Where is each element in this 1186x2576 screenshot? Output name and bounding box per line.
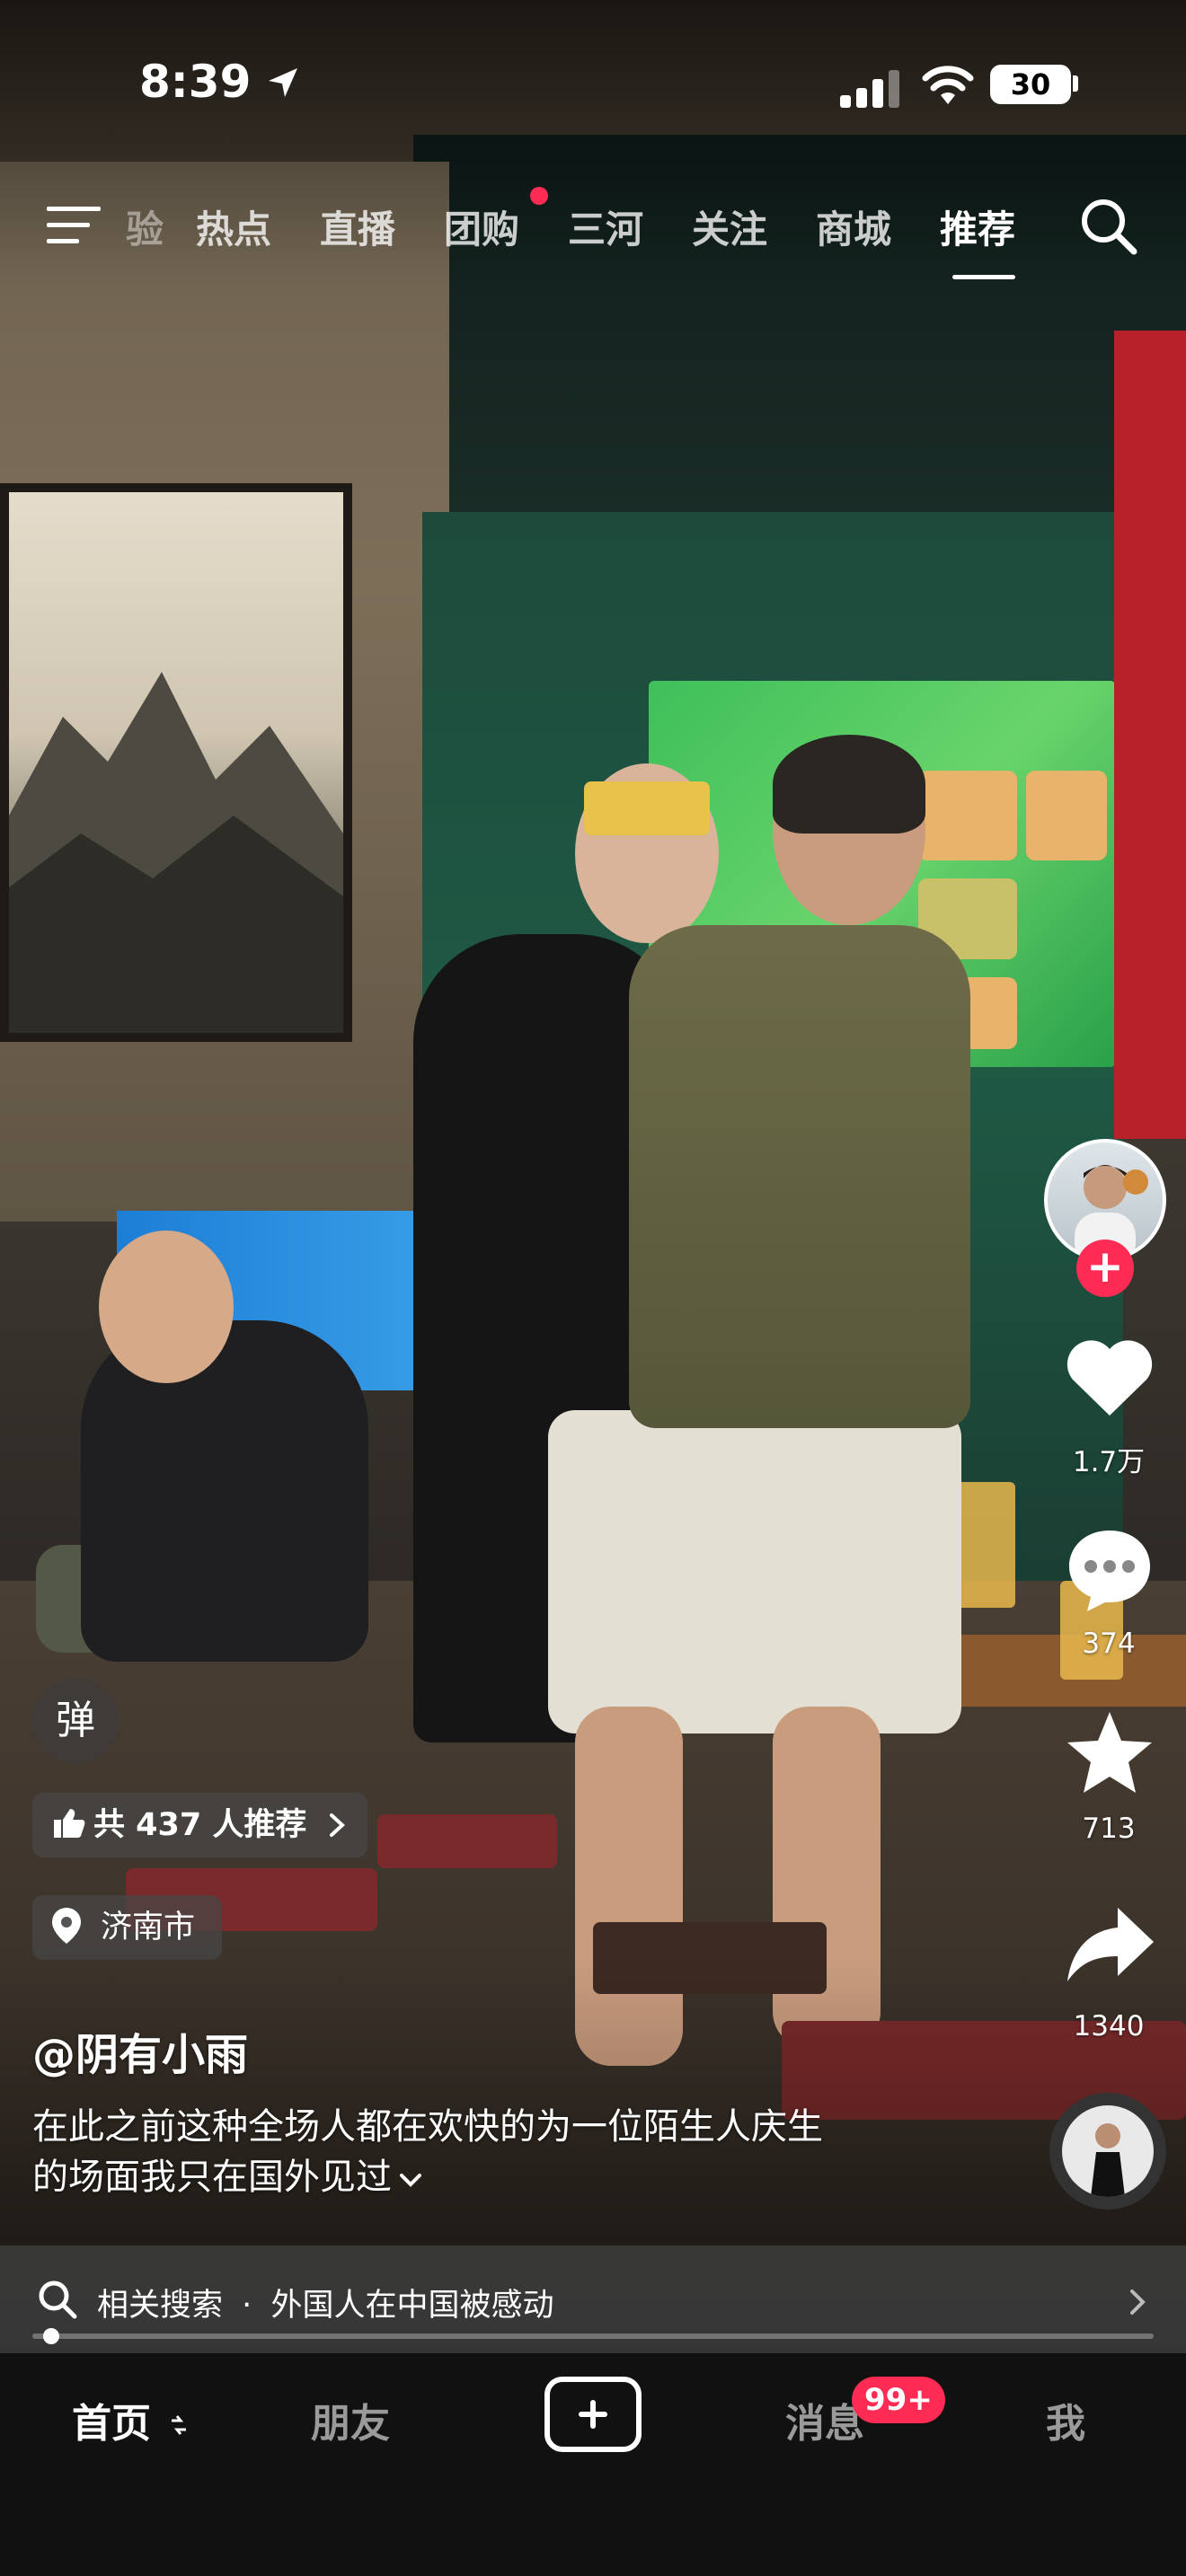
chevron-right-icon <box>329 1813 345 1837</box>
wifi-icon <box>922 66 974 104</box>
video-person-tanktop <box>629 925 970 1428</box>
tab-recommend[interactable]: 推荐 <box>940 199 1015 254</box>
notification-dot <box>530 187 548 205</box>
tab-me[interactable]: 我 <box>1046 2391 1085 2448</box>
tab-group-buy[interactable]: 团购 <box>444 199 519 254</box>
author-name[interactable]: @阴有小雨 <box>32 2019 248 2082</box>
video-paper-crown <box>584 781 710 835</box>
video-person-seated-head <box>99 1231 234 1383</box>
painting-mountains <box>9 672 343 1033</box>
related-search-text: 相关搜索 · 外国人在中国被感动 <box>97 2280 553 2325</box>
heart-icon[interactable] <box>1060 1329 1159 1428</box>
related-search-prefix: 相关搜索 <box>97 2288 224 2324</box>
music-disc[interactable] <box>1049 2093 1166 2210</box>
video-scene-red-banner <box>1114 331 1186 1139</box>
tab-friends[interactable]: 朋友 <box>311 2391 390 2448</box>
tab-live[interactable]: 直播 <box>320 199 395 254</box>
description-line: 在此之前这种全场人都在欢快的为一位陌生人庆生 <box>32 2106 823 2148</box>
status-time: 8:39 <box>139 56 252 108</box>
tab-home-label: 首页 <box>72 2401 151 2447</box>
danmu-toggle-button[interactable]: 弹 <box>32 1678 119 1764</box>
search-icon <box>39 2280 77 2319</box>
plus-icon <box>579 2400 607 2429</box>
video-description[interactable]: 在此之前这种全场人都在欢快的为一位陌生人庆生 的场面我只在国外见过 <box>32 2102 1003 2202</box>
battery-indicator: 30 <box>990 65 1071 104</box>
comment-icon[interactable] <box>1060 1520 1159 1619</box>
tab-home[interactable]: 首页 <box>72 2391 190 2448</box>
music-disc-cover <box>1062 2105 1154 2197</box>
comment-count: 374 <box>1082 1628 1136 1660</box>
follow-button[interactable]: + <box>1076 1239 1134 1297</box>
expand-chevron-icon[interactable] <box>397 2169 424 2191</box>
tab-hot[interactable]: 热点 <box>196 199 271 254</box>
swap-icon <box>172 2415 187 2435</box>
star-icon[interactable] <box>1060 1705 1159 1804</box>
create-button[interactable] <box>544 2377 642 2452</box>
video-player[interactable] <box>0 0 1186 2344</box>
active-tab-indicator <box>952 275 1015 279</box>
recommend-text: 共 437 人推荐 <box>93 1807 307 1843</box>
tab-following[interactable]: 关注 <box>692 199 767 254</box>
location-pin-icon <box>52 1908 81 1944</box>
location-arrow-icon <box>269 68 297 97</box>
favorite-count: 713 <box>1082 1813 1136 1845</box>
thumbs-up-icon <box>54 1809 85 1838</box>
search-icon[interactable] <box>1078 196 1139 257</box>
tab-partial[interactable]: 验 <box>126 199 164 254</box>
share-count: 1340 <box>1073 2010 1145 2042</box>
location-pill[interactable]: 济南市 <box>32 1895 223 1960</box>
video-scene-painting <box>0 483 352 1042</box>
video-scene-stool <box>377 1814 557 1868</box>
tab-local[interactable]: 三河 <box>568 199 643 254</box>
share-icon[interactable] <box>1060 1895 1159 1994</box>
messages-badge: 99+ <box>852 2377 945 2423</box>
video-person-seated <box>81 1320 368 1662</box>
battery-tip <box>1073 75 1078 92</box>
related-search-separator: · <box>242 2288 252 2324</box>
chevron-right-icon[interactable] <box>1127 2287 1150 2317</box>
like-count: 1.7万 <box>1072 1446 1146 1478</box>
related-search-query: 外国人在中国被感动 <box>270 2288 554 2324</box>
video-person-shorts <box>548 1410 961 1734</box>
menu-icon[interactable] <box>47 203 102 248</box>
cellular-signal-icon <box>840 70 899 108</box>
video-person-hair <box>773 735 925 834</box>
menu-food-image <box>1026 771 1107 860</box>
description-line: 的场面我只在国外见过 <box>32 2152 1003 2202</box>
menu-food-image <box>918 771 1017 860</box>
tab-mall[interactable]: 商城 <box>816 199 891 254</box>
location-text: 济南市 <box>101 1910 196 1945</box>
description-line-text: 的场面我只在国外见过 <box>32 2157 392 2198</box>
video-progress-bar[interactable] <box>32 2333 1154 2339</box>
recommend-pill[interactable]: 共 437 人推荐 <box>32 1793 367 1857</box>
